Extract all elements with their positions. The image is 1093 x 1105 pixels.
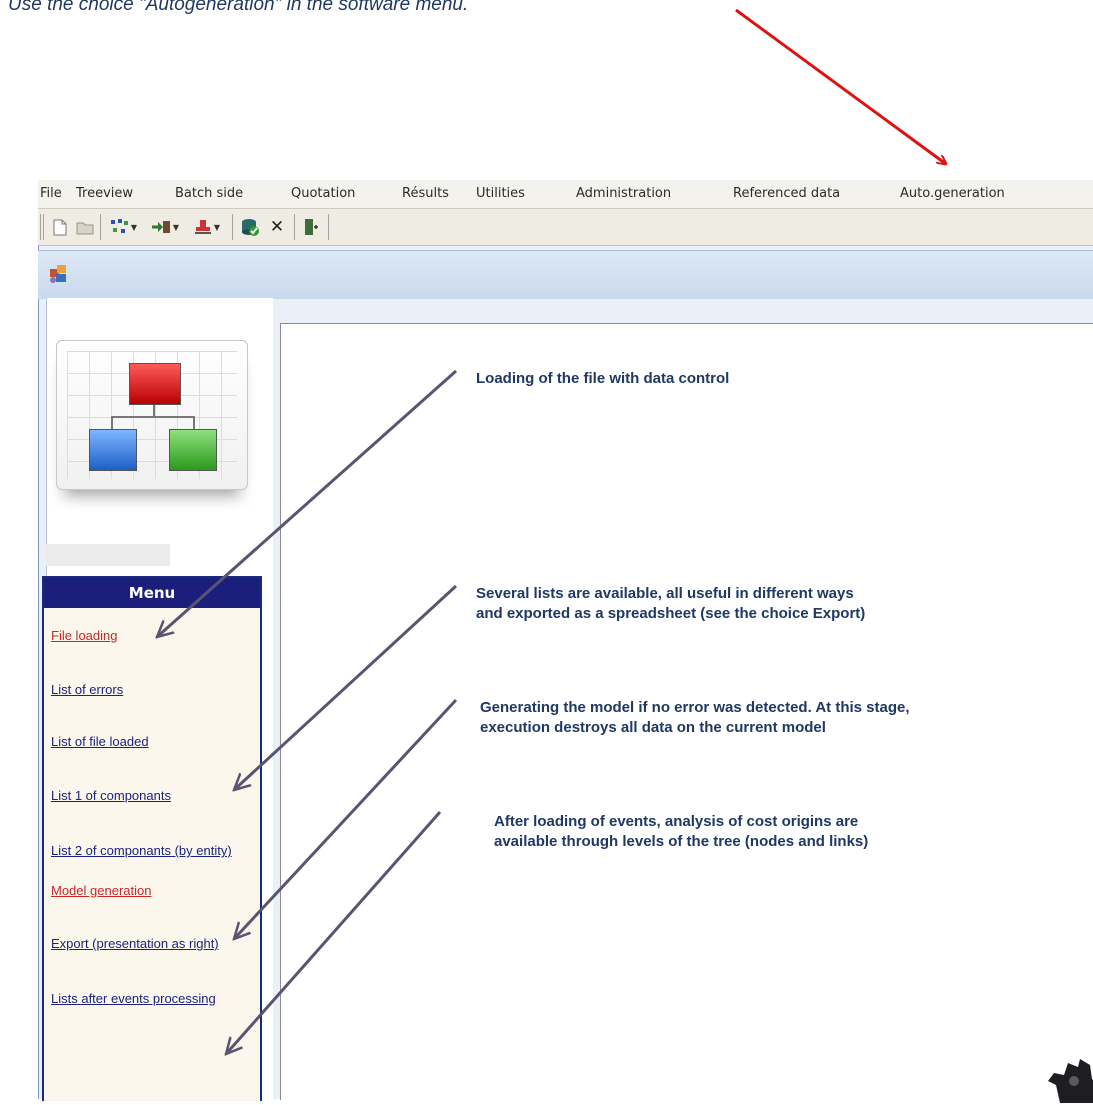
arrow-overlay (0, 8, 1093, 1099)
pointer-arrow-lists (234, 584, 458, 790)
pointer-arrow-lists-after-events (226, 811, 442, 1054)
pointer-arrow-model-generation (234, 698, 458, 939)
pointer-arrow-file-loading (157, 369, 457, 637)
callout-arrow-auto-generation (735, 8, 946, 164)
decorative-mascot-image (1048, 1059, 1093, 1103)
